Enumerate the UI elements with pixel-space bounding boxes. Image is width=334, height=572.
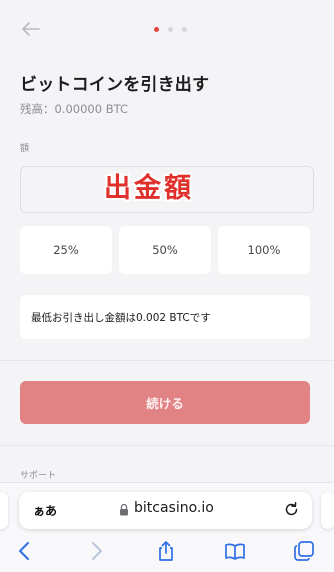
- divider: [0, 445, 334, 446]
- step-dot-1: [154, 27, 159, 32]
- browser-back-icon[interactable]: [14, 540, 36, 562]
- continue-button[interactable]: 続ける: [20, 381, 310, 424]
- percent-100-button[interactable]: 100%: [218, 226, 310, 274]
- url-text[interactable]: bitcasino.io: [134, 500, 214, 516]
- step-dot-2: [168, 27, 173, 32]
- support-label[interactable]: サポート: [20, 468, 56, 481]
- previous-tab-preview[interactable]: [0, 492, 8, 529]
- next-tab-preview[interactable]: [321, 492, 334, 529]
- browser-forward-icon[interactable]: [85, 540, 107, 562]
- percent-50-button[interactable]: 50%: [119, 226, 211, 274]
- minimum-withdrawal-text: 最低お引き出し金額は0.002 BTCです: [31, 311, 211, 324]
- percent-25-button[interactable]: 25%: [20, 226, 112, 274]
- page-title: ビットコインを引き出す: [20, 75, 210, 95]
- tabs-icon[interactable]: [293, 540, 315, 562]
- bookmarks-icon[interactable]: [224, 540, 246, 562]
- text-size-button[interactable]: ぁあ: [33, 502, 57, 519]
- divider: [0, 360, 334, 361]
- step-dot-3: [182, 27, 187, 32]
- reload-icon[interactable]: [283, 501, 300, 518]
- lock-icon: [120, 503, 128, 516]
- step-indicator: [154, 27, 187, 33]
- minimum-withdrawal-notice: 最低お引き出し金額は0.002 BTCです: [20, 295, 310, 339]
- amount-label: 額: [20, 144, 30, 154]
- share-icon[interactable]: [155, 540, 177, 562]
- balance-text: 残高：0.00000 BTC: [20, 102, 128, 116]
- back-arrow-icon[interactable]: [20, 18, 42, 40]
- amount-overlay-text: 出金額: [104, 173, 194, 204]
